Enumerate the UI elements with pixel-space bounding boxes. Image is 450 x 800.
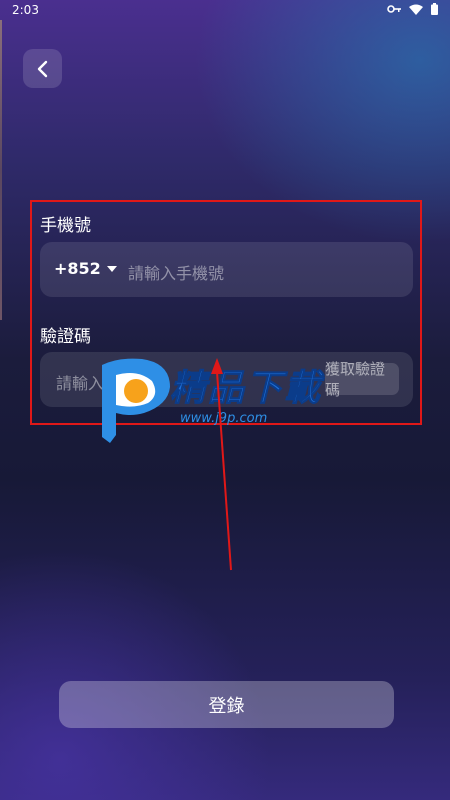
chevron-left-icon [37,60,47,77]
battery-icon [431,3,438,15]
status-bar: 2:03 [0,0,450,20]
country-code-selector[interactable]: +852 [54,259,117,278]
status-icons [387,3,438,15]
phone-input[interactable]: 請輸入手機號 [128,260,224,284]
login-button[interactable]: 登錄 [59,681,394,728]
phone-field[interactable]: +852 請輸入手機號 [40,242,413,297]
watermark: 精品下載 www.j9p.com [96,355,356,445]
back-button[interactable] [23,49,62,88]
watermark-url: www.j9p.com [180,411,268,426]
status-time: 2:03 [12,3,39,17]
left-edge-strip [0,20,2,320]
code-label: 驗證碼 [40,327,91,347]
watermark-logo-icon [102,358,170,443]
wifi-icon [409,4,423,15]
country-code: +852 [54,259,101,278]
key-icon [387,5,401,13]
caret-down-icon [106,265,117,272]
watermark-brand: 精品下載 [169,368,323,410]
phone-label: 手機號 [40,216,91,236]
